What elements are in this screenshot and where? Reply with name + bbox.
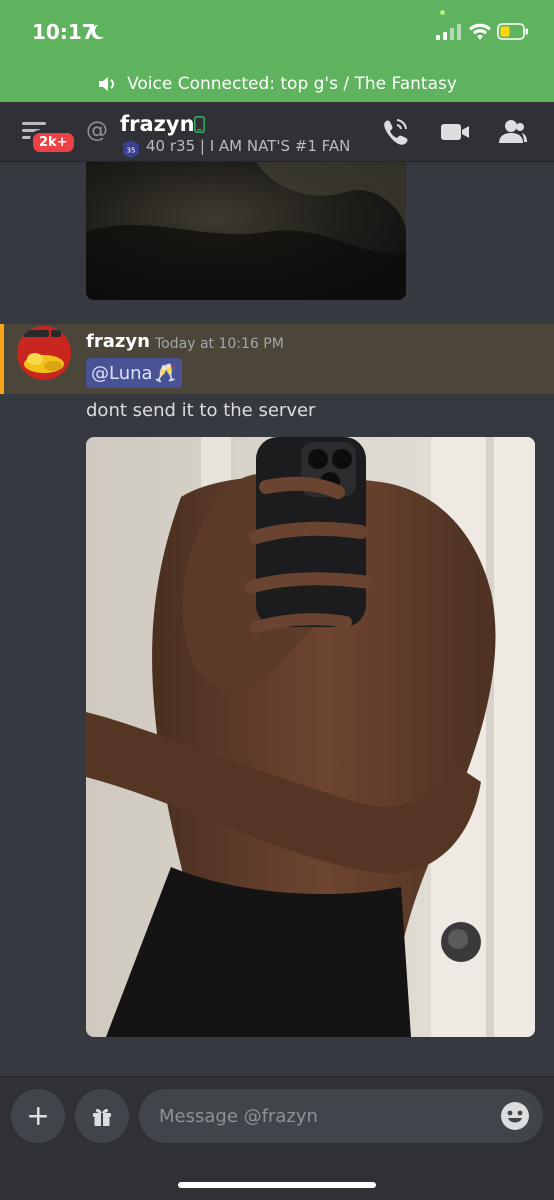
message-text: dont send it to the server: [86, 400, 316, 421]
at-icon: @: [86, 118, 108, 143]
level-badge-icon: 35: [123, 140, 139, 158]
message-timestamp: Today at 10:16 PM: [155, 336, 284, 352]
dark-photo: [86, 162, 406, 300]
previous-image-attachment[interactable]: [86, 162, 406, 300]
gift-icon: [93, 1108, 111, 1126]
message-author[interactable]: frazyn: [86, 331, 150, 352]
mention-text: @Luna: [91, 362, 153, 384]
voice-connected-banner[interactable]: Voice Connected: top g's / The Fantasy: [0, 66, 554, 102]
members-icon[interactable]: [498, 118, 528, 146]
dm-recipient-name[interactable]: frazyn: [120, 112, 195, 136]
home-indicator[interactable]: [178, 1182, 376, 1188]
battery-icon: [497, 23, 528, 40]
wifi-icon: [469, 23, 491, 40]
message-input[interactable]: [139, 1089, 543, 1143]
mobile-phone-icon: [194, 116, 205, 133]
signal-icon: [436, 24, 461, 40]
level-badge-number: 35: [127, 147, 136, 155]
call-icon[interactable]: [380, 118, 410, 146]
add-attachment-button[interactable]: [11, 1089, 65, 1143]
avatar[interactable]: [17, 326, 71, 380]
voice-status-bar: 10:17 Voice Connected: top g's / The Fan…: [0, 0, 554, 102]
dm-header: 2k+ @ frazyn 35 40 r35 | I AM NAT'S #1 F…: [0, 102, 554, 162]
message-mention-highlight: [0, 324, 554, 394]
gift-nitro-button[interactable]: [75, 1089, 129, 1143]
custom-status: 40 r35 | I AM NAT'S #1 FAN: [146, 137, 351, 155]
mirror-selfie-photo: [86, 437, 535, 1037]
unread-badge: 2k+: [30, 130, 77, 155]
video-icon[interactable]: [440, 118, 470, 146]
user-mention[interactable]: @Luna 🥂: [86, 358, 182, 388]
status-time: 10:17: [32, 20, 96, 44]
speaker-icon: [99, 77, 114, 91]
moon-icon: [91, 24, 105, 40]
image-attachment[interactable]: [86, 437, 535, 1037]
voice-banner-text: Voice Connected: top g's / The Fantasy: [127, 74, 457, 94]
plus-icon: [29, 1107, 47, 1125]
privacy-indicator-dot: [440, 10, 445, 15]
champagne-emoji: 🥂: [154, 362, 177, 384]
avatar-image: [17, 326, 71, 380]
emoji-icon[interactable]: [500, 1101, 530, 1131]
